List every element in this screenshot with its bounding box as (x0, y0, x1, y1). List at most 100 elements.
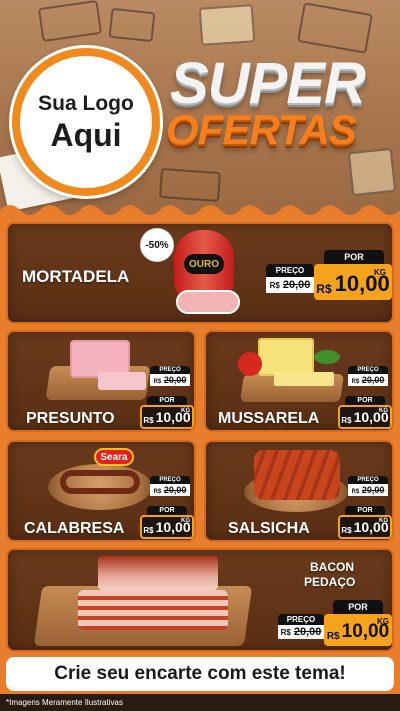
new-price: R$ 10,00 KG (338, 515, 392, 539)
product-card-salsicha[interactable]: SALSICHA PREÇO R$ 20,00 POR R$ 10,00 KG (204, 440, 394, 542)
salsicha-image (254, 450, 340, 500)
old-price-currency: R$ (269, 281, 280, 290)
old-price-currency: R$ (153, 489, 162, 495)
old-price-value: 20,00 (361, 375, 385, 385)
old-price-value: 20,00 (282, 279, 311, 291)
new-price-label: POR (345, 506, 385, 515)
old-price-currency: R$ (351, 379, 360, 385)
old-price: R$ 20,00 (150, 484, 190, 496)
new-price-label: POR (333, 600, 383, 614)
product-card-mortadela[interactable]: MORTADELA -50% OURO PREÇO R$ 20,00 POR R… (6, 222, 394, 324)
old-price: R$ 20,00 (150, 374, 190, 386)
old-price: R$ 20,00 (348, 484, 388, 496)
price-block: PREÇO R$ 20,00 (150, 476, 190, 504)
tomato-image (238, 352, 262, 376)
calabresa-image (60, 470, 140, 494)
price-block: PREÇO R$ 20,00 (266, 264, 314, 298)
new-price-block: POR R$ 10,00 KG (140, 396, 194, 430)
cheese-doodle (347, 147, 397, 197)
unit-label: KG (377, 617, 389, 626)
new-price-currency: R$ (341, 526, 352, 535)
old-price-label: PREÇO (150, 476, 190, 484)
unit-label: KG (181, 408, 190, 414)
old-price: R$ 20,00 (278, 625, 324, 639)
new-price-block: POR R$ 10,00 KG (338, 506, 392, 540)
mortadela-label: OURO (184, 254, 224, 274)
mussarela-slices (274, 372, 334, 386)
logo-line1: Sua Logo (38, 92, 134, 115)
old-price-value: 20,00 (163, 485, 187, 495)
discount-badge: -50% (140, 228, 174, 262)
mortadela-slices (176, 290, 240, 314)
unit-label: KG (379, 518, 388, 524)
old-price-currency: R$ (153, 379, 162, 385)
seara-logo: Seara (94, 448, 134, 466)
cheese-doodle (297, 2, 373, 54)
product-name: CALABRESA (24, 520, 125, 537)
new-price-label: POR (147, 396, 187, 405)
old-price-currency: R$ (351, 489, 360, 495)
old-price: R$ 20,00 (348, 374, 388, 386)
bacon-slices (78, 590, 228, 630)
title-ofertas: OFERTAS (166, 106, 357, 153)
price-block: PREÇO R$ 20,00 (278, 614, 324, 644)
cheese-doodle (37, 0, 103, 43)
new-price-label: POR (345, 396, 385, 405)
product-name: PRESUNTO (26, 410, 115, 427)
new-price-currency: R$ (326, 631, 340, 642)
unit-label: KG (379, 408, 388, 414)
new-price-label: POR (147, 506, 187, 515)
presunto-slices (98, 372, 146, 390)
product-name: MORTADELA (22, 267, 130, 286)
cheese-doodle (159, 167, 221, 203)
old-price-label: PREÇO (348, 476, 388, 484)
new-price-currency: R$ (316, 282, 332, 296)
old-price-label: PREÇO (150, 366, 190, 374)
product-card-mussarela[interactable]: MUSSARELA PREÇO R$ 20,00 POR R$ 10,00 KG (204, 330, 394, 432)
cheese-doodle (108, 7, 156, 43)
new-price-currency: R$ (143, 526, 154, 535)
logo-line2: Aqui (50, 117, 122, 153)
old-price-currency: R$ (280, 628, 291, 637)
new-price: R$ 10,00 KG (140, 405, 194, 429)
new-price-block: POR R$ 10,00 KG (314, 250, 392, 300)
price-block: PREÇO R$ 20,00 (348, 366, 388, 394)
old-price-value: 20,00 (163, 375, 187, 385)
product-name-line1: BACON (310, 560, 354, 574)
new-price: R$ 10,00 KG (338, 405, 392, 429)
cta-banner: Crie seu encarte com este tema! (6, 657, 394, 691)
price-block: PREÇO R$ 20,00 (348, 476, 388, 504)
price-block: PREÇO R$ 20,00 (150, 366, 190, 394)
product-name-line2: PEDAÇO (304, 575, 356, 589)
product-card-presunto[interactable]: PRESUNTO PREÇO R$ 20,00 POR R$ 10,00 KG (6, 330, 196, 432)
bacon-image (98, 556, 218, 590)
old-price: R$ 20,00 (266, 277, 314, 293)
old-price-value: 20,00 (361, 485, 385, 495)
new-price-currency: R$ (341, 416, 352, 425)
unit-label: KG (374, 268, 386, 277)
old-price-label: PREÇO (348, 366, 388, 374)
new-price-currency: R$ (143, 416, 154, 425)
new-price: R$ 10,00 KG (140, 515, 194, 539)
product-name: SALSICHA (228, 520, 310, 537)
product-name: MUSSARELA (218, 410, 320, 427)
product-card-calabresa[interactable]: Seara CALABRESA PREÇO R$ 20,00 POR R$ 10… (6, 440, 196, 542)
new-price-block: POR R$ 10,00 KG (140, 506, 194, 540)
logo-placeholder: Sua Logo Aqui (12, 48, 160, 196)
new-price-label: POR (324, 250, 384, 264)
herb-image (314, 350, 340, 364)
new-price-block: POR R$ 10,00 KG (324, 600, 392, 648)
cheese-doodle (198, 4, 256, 46)
product-card-bacon[interactable]: BACON PEDAÇO PREÇO R$ 20,00 POR R$ 10,00… (6, 548, 394, 652)
mussarela-image (258, 338, 314, 376)
wavy-divider (0, 205, 400, 222)
new-price: R$ 10,00 KG (314, 264, 392, 300)
old-price-label: PREÇO (266, 264, 314, 277)
old-price-label: PREÇO (278, 614, 324, 625)
disclaimer-text: *Imagens Meramente Ilustrativas (0, 694, 400, 711)
unit-label: KG (181, 518, 190, 524)
old-price-value: 20,00 (293, 626, 322, 638)
new-price-block: POR R$ 10,00 KG (338, 396, 392, 430)
title-super: SUPER (170, 51, 366, 116)
header-banner: Sua Logo Aqui SUPER OFERTAS (0, 0, 400, 215)
